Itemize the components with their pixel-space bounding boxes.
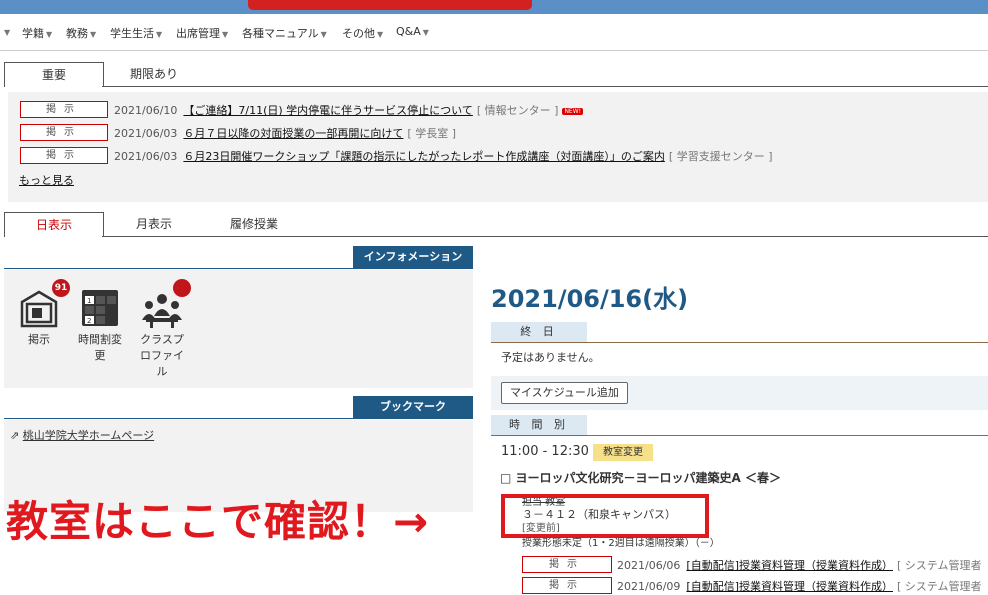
svg-text:1: 1	[87, 297, 91, 305]
tab-deadline[interactable]: 期限あり	[104, 62, 204, 86]
timetable-change-icon[interactable]: 1 2	[80, 288, 120, 328]
tab-divider	[102, 86, 988, 87]
notice-badge: 掲示	[20, 147, 108, 164]
tab-divider	[102, 236, 988, 237]
external-link-icon: ⇗	[10, 429, 20, 442]
annotation-text: 教室はここで確認！→	[6, 497, 430, 546]
tab-courses[interactable]: 履修授業	[204, 212, 304, 236]
notice-date: 2021/06/03	[114, 150, 178, 163]
bulletin-label[interactable]: 掲示	[14, 332, 64, 348]
notice-date: 2021/06/03	[114, 127, 178, 140]
class-mode: 授業形態未定（1・2週目は遠隔授業）（－）	[522, 538, 720, 549]
svg-text:2: 2	[87, 317, 91, 325]
information-rule	[4, 268, 473, 269]
main-menu: ▼ 学籍 ▼ 教務 ▼ 学生生活 ▼ 出席管理 ▼ 各種マニュアル ▼ その他 ▼ Q&A ▼	[0, 18, 988, 51]
tab-day-view[interactable]: 日表示	[4, 212, 104, 237]
no-plan-text: 予定はありません。	[501, 351, 600, 364]
top-alert-strip	[248, 0, 532, 10]
post-source: [ システム管理者	[897, 580, 982, 593]
bulletin-count-badge: 91	[52, 279, 70, 297]
notice-badge: 掲示	[20, 101, 108, 118]
class-time: 11:00 - 12:30	[501, 444, 589, 459]
notice-source: [ 学習支援センター ]	[668, 150, 773, 163]
post-source: [ システム管理者	[897, 559, 982, 572]
menu-item-other[interactable]: その他 ▼	[342, 25, 383, 41]
information-panel	[4, 270, 473, 388]
bookmark-item[interactable]: ⇗ 桃山学院大学ホームページ	[10, 427, 154, 443]
timeslot-header: 時 間 別	[491, 415, 587, 435]
timetable-change-label[interactable]: 時間割変更	[74, 332, 126, 364]
add-schedule-button[interactable]: マイスケジュール追加	[501, 382, 628, 404]
room-highlight-box	[501, 494, 709, 538]
bulletin-icon[interactable]	[18, 290, 60, 328]
new-badge: NEW!	[562, 107, 584, 115]
schedule-date: 2021/06/16(水)	[491, 285, 689, 313]
course-title[interactable]: □ ヨーロッパ文化研究－ヨーロッパ建築史A ＜春＞	[500, 469, 781, 486]
menu-item-manuals[interactable]: 各種マニュアル ▼	[242, 25, 327, 41]
menu-item-student-life[interactable]: 学生生活 ▼	[110, 25, 162, 41]
more-link[interactable]: もっと見る	[19, 172, 74, 188]
book-icon: □	[500, 471, 512, 485]
menu-arrow-icon: ▼	[4, 28, 11, 37]
menu-item-qa[interactable]: Q&A ▼	[396, 25, 429, 38]
tab-month-view[interactable]: 月表示	[104, 212, 204, 236]
post-badge: 掲示	[522, 556, 612, 573]
notice-date: 2021/06/10	[114, 104, 178, 117]
post-link[interactable]: [自動配信]授業資料管理（授業資料作成）	[686, 559, 893, 572]
post-row: 2021/06/09 [自動配信]授業資料管理（授業資料作成） [ システム管理者	[617, 578, 981, 594]
bookmark-header: ブックマーク	[353, 396, 473, 418]
menu-item-attendance[interactable]: 出席管理 ▼	[176, 25, 228, 41]
post-date: 2021/06/06	[617, 559, 681, 572]
notice-row: 2021/06/03 ６月23日開催ワークショップ「課題の指示にしたがったレポート…	[114, 148, 772, 164]
notice-badge: 掲示	[20, 124, 108, 141]
class-profile-label[interactable]: クラスプロファイル	[136, 332, 188, 380]
allday-rule	[491, 342, 988, 343]
menu-item-gakuseki[interactable]: 学籍 ▼	[22, 25, 52, 41]
tab-important[interactable]: 重要	[4, 62, 104, 87]
menu-item-kyomu[interactable]: 教務 ▼	[66, 25, 96, 41]
room-change-tag: 教室変更	[593, 444, 653, 461]
post-date: 2021/06/09	[617, 580, 681, 593]
notice-link[interactable]: ６月７日以降の対面授業の一部再開に向けて	[183, 127, 403, 140]
notice-row: 2021/06/10 【ご連絡】7/11(日) 学内停電に伴うサービス停止について…	[114, 102, 584, 118]
class-profile-badge	[173, 279, 191, 297]
information-header: インフォメーション	[353, 246, 473, 268]
timeslot-rule	[491, 435, 988, 436]
post-link[interactable]: [自動配信]授業資料管理（授業資料作成）	[686, 580, 893, 593]
bookmark-rule	[4, 418, 473, 419]
bookmark-link[interactable]: 桃山学院大学ホームページ	[23, 429, 154, 442]
post-badge: 掲示	[522, 577, 612, 594]
allday-header: 終 日	[491, 322, 587, 342]
notice-row: 2021/06/03 ６月７日以降の対面授業の一部再開に向けて [ 学長室 ]	[114, 125, 456, 141]
notice-link[interactable]: ６月23日開催ワークショップ「課題の指示にしたがったレポート作成講座（対面講座）…	[183, 150, 665, 163]
notice-source: [ 学長室 ]	[407, 127, 456, 140]
notice-link[interactable]: 【ご連絡】7/11(日) 学内停電に伴うサービス停止について	[183, 104, 472, 117]
post-row: 2021/06/06 [自動配信]授業資料管理（授業資料作成） [ システム管理者	[617, 557, 981, 573]
notice-source: [ 情報センター ]	[476, 104, 559, 117]
